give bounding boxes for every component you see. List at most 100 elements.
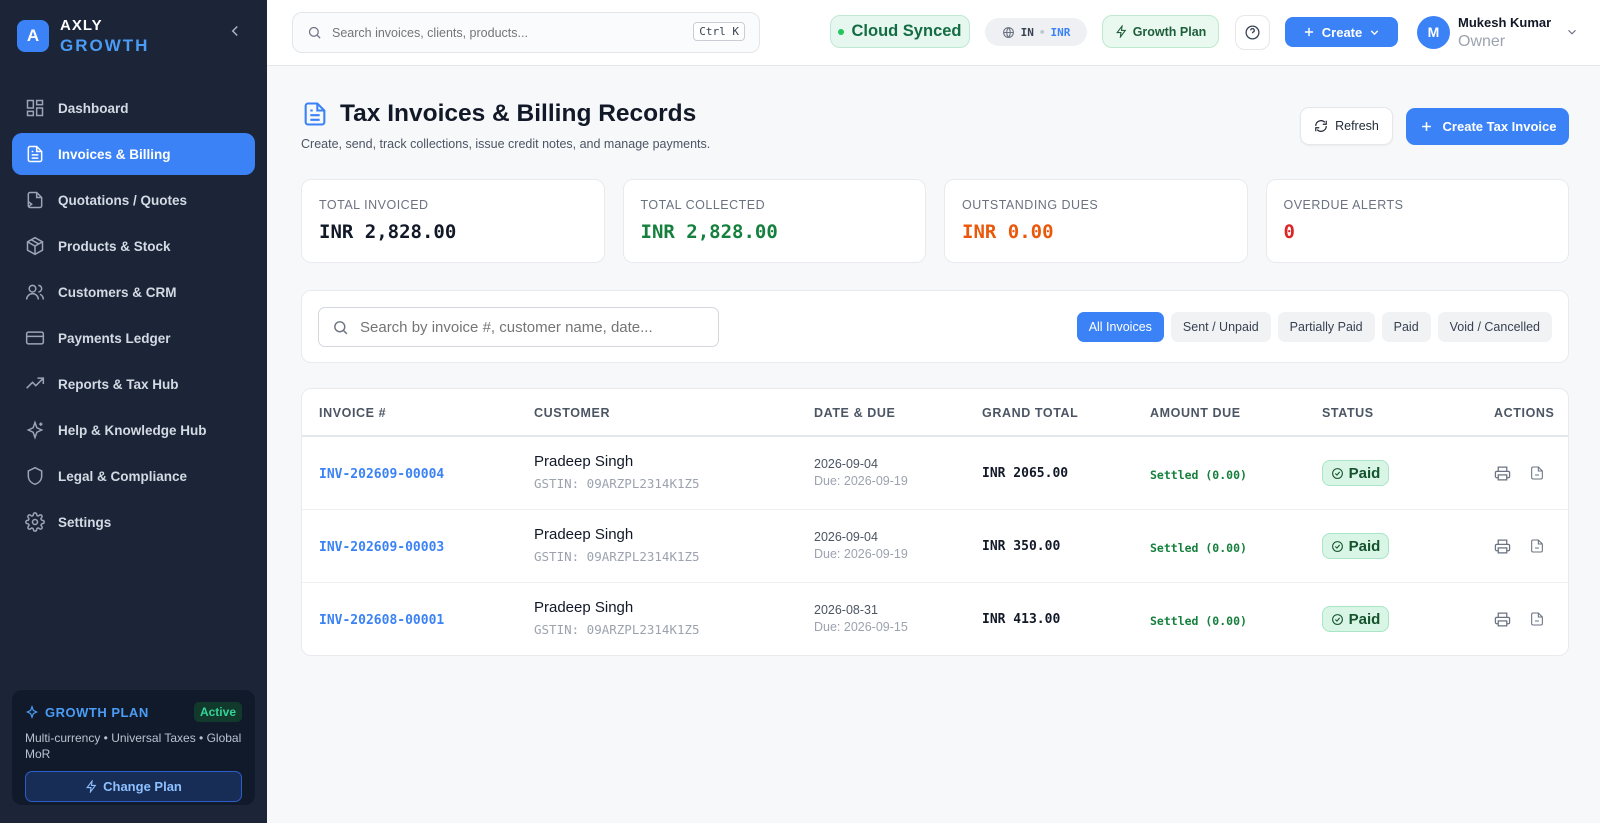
- filter-chip-paid[interactable]: Paid: [1381, 312, 1431, 342]
- sidebar-item-label: Help & Knowledge Hub: [58, 422, 207, 438]
- status-badge: Paid: [1322, 606, 1389, 632]
- stat-card-outstanding-dues: OUTSTANDING DUES INR 0.00: [944, 179, 1248, 263]
- grand-total: INR 413.00: [982, 612, 1061, 627]
- invoice-date: 2026-09-04: [814, 457, 878, 471]
- shield-icon: [25, 466, 45, 486]
- check-circle-icon: [1331, 613, 1343, 625]
- column-header-actions: ACTIONS: [1494, 406, 1555, 420]
- global-search[interactable]: Ctrl K: [292, 12, 760, 53]
- locale-separator: •: [1038, 25, 1046, 39]
- sync-status-label: Cloud Synced: [851, 22, 962, 40]
- column-header-invoice[interactable]: INVOICE #: [319, 406, 386, 420]
- filter-chip-void[interactable]: Void / Cancelled: [1437, 312, 1552, 342]
- sidebar-item-label: Products & Stock: [58, 238, 171, 254]
- page-subtitle: Create, send, track collections, issue c…: [301, 137, 711, 151]
- grand-total: INR 350.00: [982, 539, 1061, 554]
- customer-name: Pradeep Singh: [534, 599, 634, 616]
- invoice-search[interactable]: [318, 307, 719, 347]
- column-header-grand-total[interactable]: GRAND TOTAL: [982, 406, 1078, 420]
- locale-country: IN: [1020, 25, 1034, 39]
- printer-icon: [1494, 538, 1510, 554]
- stat-value: INR 2,828.00: [319, 221, 457, 243]
- page-title: Tax Invoices & Billing Records: [301, 100, 710, 128]
- table-header: INVOICE # CUSTOMER DATE & DUE GRAND TOTA…: [302, 389, 1568, 437]
- sidebar-item-label: Dashboard: [58, 100, 129, 116]
- sidebar-item-label: Customers & CRM: [58, 284, 177, 300]
- status-badge: Paid: [1322, 533, 1389, 559]
- stat-value: 0: [1283, 221, 1295, 243]
- table-row[interactable]: INV-202608-00001 Pradeep Singh GSTIN: 09…: [302, 583, 1568, 655]
- invoice-number-link[interactable]: INV-202608-00001: [319, 613, 444, 628]
- user-role: Owner: [1458, 33, 1506, 50]
- collapse-sidebar-button[interactable]: [226, 22, 244, 40]
- column-header-customer[interactable]: CUSTOMER: [534, 406, 610, 420]
- table-row[interactable]: INV-202609-00003 Pradeep Singh GSTIN: 09…: [302, 510, 1568, 583]
- plan-badge-button[interactable]: Growth Plan: [1102, 15, 1219, 48]
- plan-status-badge: Active: [193, 702, 242, 722]
- plan-card: GROWTH PLAN Active Multi-currency • Univ…: [12, 690, 255, 805]
- page-title-text: Tax Invoices & Billing Records: [340, 100, 697, 127]
- printer-icon: [1494, 611, 1510, 627]
- sidebar-item-label: Settings: [58, 514, 112, 530]
- chevron-down-icon: [1371, 29, 1379, 35]
- table-row[interactable]: INV-202609-00004 Pradeep Singh GSTIN: 09…: [302, 437, 1568, 510]
- invoice-number-link[interactable]: INV-202609-00004: [319, 467, 444, 482]
- printer-icon: [1494, 465, 1510, 481]
- sidebar-item-quotations[interactable]: Quotations / Quotes: [12, 179, 255, 221]
- invoice-search-input[interactable]: [360, 318, 700, 336]
- sidebar-item-legal[interactable]: Legal & Compliance: [12, 455, 255, 497]
- filter-chip-partially-paid[interactable]: Partially Paid: [1277, 312, 1375, 342]
- help-button[interactable]: [1235, 15, 1270, 50]
- invoice-date: 2026-08-31: [814, 603, 878, 617]
- sidebar-item-invoices[interactable]: Invoices & Billing: [12, 133, 255, 175]
- keyboard-shortcut: Ctrl K: [693, 22, 745, 41]
- view-document-button[interactable]: [1527, 536, 1547, 556]
- document-icon: [304, 102, 326, 126]
- sidebar-item-label: Reports & Tax Hub: [58, 376, 179, 392]
- status-filter-chips: All Invoices Sent / Unpaid Partially Pai…: [1076, 312, 1552, 342]
- brand[interactable]: A AXLY GROWTH: [17, 16, 149, 56]
- sidebar-item-help[interactable]: Help & Knowledge Hub: [12, 409, 255, 451]
- sidebar-item-customers[interactable]: Customers & CRM: [12, 271, 255, 313]
- stat-card-total-collected: TOTAL COLLECTED INR 2,828.00: [622, 179, 926, 263]
- filter-chip-all[interactable]: All Invoices: [1076, 312, 1164, 342]
- document-icon: [25, 144, 45, 164]
- amount-due: Settled (0.00): [1150, 614, 1247, 628]
- column-header-status[interactable]: STATUS: [1322, 406, 1374, 420]
- change-plan-button[interactable]: Change Plan: [25, 771, 242, 802]
- print-button[interactable]: [1492, 536, 1512, 556]
- package-icon: [25, 236, 45, 256]
- create-button[interactable]: Create: [1285, 17, 1398, 47]
- sidebar-item-settings[interactable]: Settings: [12, 501, 255, 543]
- column-header-amount-due[interactable]: AMOUNT DUE: [1150, 406, 1241, 420]
- user-menu[interactable]: M Mukesh Kumar Owner: [1417, 13, 1579, 51]
- locale-selector[interactable]: IN • INR: [985, 18, 1087, 46]
- check-circle-icon: [1331, 467, 1343, 479]
- sidebar-item-products[interactable]: Products & Stock: [12, 225, 255, 267]
- create-label: Create: [1321, 24, 1363, 40]
- invoice-number-link[interactable]: INV-202609-00003: [319, 540, 444, 555]
- column-header-date[interactable]: DATE & DUE: [814, 406, 895, 420]
- print-button[interactable]: [1492, 463, 1512, 483]
- plan-badge-label: Growth Plan: [1132, 24, 1207, 39]
- view-document-button[interactable]: [1527, 463, 1547, 483]
- sidebar-item-reports[interactable]: Reports & Tax Hub: [12, 363, 255, 405]
- refresh-label: Refresh: [1335, 119, 1379, 133]
- sidebar-item-payments[interactable]: Payments Ledger: [12, 317, 255, 359]
- lightning-icon: [86, 780, 97, 793]
- refresh-button[interactable]: Refresh: [1300, 107, 1393, 145]
- due-date: Due: 2026-09-15: [814, 620, 908, 634]
- global-search-input[interactable]: [332, 25, 672, 40]
- due-date: Due: 2026-09-19: [814, 474, 908, 488]
- sidebar-item-label: Invoices & Billing: [58, 146, 171, 162]
- help-circle-icon: [1245, 25, 1260, 40]
- dashboard-icon: [25, 98, 45, 118]
- create-tax-invoice-button[interactable]: Create Tax Invoice: [1406, 108, 1569, 145]
- chevron-left-icon: [231, 25, 238, 37]
- print-button[interactable]: [1492, 609, 1512, 629]
- search-icon: [308, 26, 321, 39]
- view-document-button[interactable]: [1527, 609, 1547, 629]
- sidebar-item-dashboard[interactable]: Dashboard: [12, 87, 255, 129]
- filter-chip-sent-unpaid[interactable]: Sent / Unpaid: [1170, 312, 1271, 342]
- trending-up-icon: [25, 374, 45, 394]
